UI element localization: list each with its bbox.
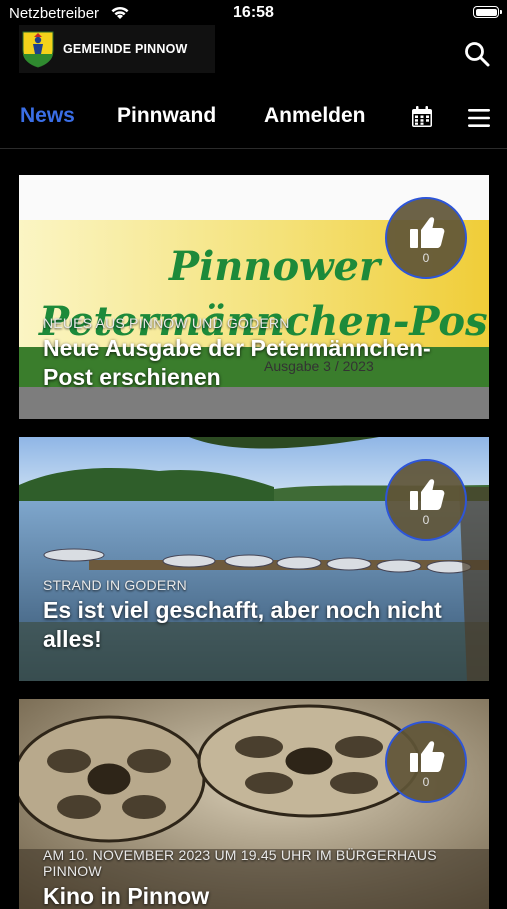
like-count: 0: [422, 251, 430, 265]
battery-icon: [473, 6, 502, 18]
news-card[interactable]: 0 Strand in Godern Es ist viel geschafft…: [19, 437, 489, 681]
news-card[interactable]: 0 am 10. November 2023 um 19.45 Uhr im B…: [19, 699, 489, 909]
card-title[interactable]: Neue Ausgabe der Petermännchen-Post ersc…: [43, 334, 465, 392]
thumbs-up-icon: [410, 217, 445, 248]
coat-of-arms-icon: [22, 31, 54, 68]
status-bar: Netzbetreiber 16:58: [0, 0, 507, 26]
search-icon[interactable]: [463, 40, 491, 68]
card-category: Strand in Godern: [43, 577, 187, 593]
clock: 16:58: [233, 4, 274, 21]
like-count: 0: [422, 775, 430, 789]
main-navigation: News Pinnwand Anmelden: [0, 90, 507, 149]
hamburger-menu-icon[interactable]: [468, 108, 490, 128]
tab-pinnwand[interactable]: Pinnwand: [117, 104, 216, 128]
tab-news[interactable]: News: [20, 104, 75, 128]
like-button[interactable]: 0: [385, 197, 467, 279]
calendar-icon[interactable]: [410, 105, 434, 129]
card-title[interactable]: Es ist viel geschafft, aber noch nicht a…: [43, 596, 465, 654]
logo-text: GEMEINDE PINNOW: [63, 42, 188, 56]
thumbs-up-icon: [410, 479, 445, 510]
card-title[interactable]: Kino in Pinnow: [43, 882, 465, 909]
card-category: Neues aus Pinnow und Godern: [43, 315, 290, 331]
news-card[interactable]: Pinnower Petermännchen-Pos Ausgabe 3 / 2…: [19, 175, 489, 419]
like-button[interactable]: 0: [385, 721, 467, 803]
card-category: am 10. November 2023 um 19.45 Uhr im Bür…: [43, 847, 437, 879]
tab-anmelden[interactable]: Anmelden: [264, 104, 366, 128]
like-count: 0: [422, 513, 430, 527]
like-button[interactable]: 0: [385, 459, 467, 541]
cover-title-line1: Pinnower: [168, 243, 383, 290]
municipality-logo[interactable]: GEMEINDE PINNOW: [19, 25, 215, 73]
thumbs-up-icon: [410, 741, 445, 772]
